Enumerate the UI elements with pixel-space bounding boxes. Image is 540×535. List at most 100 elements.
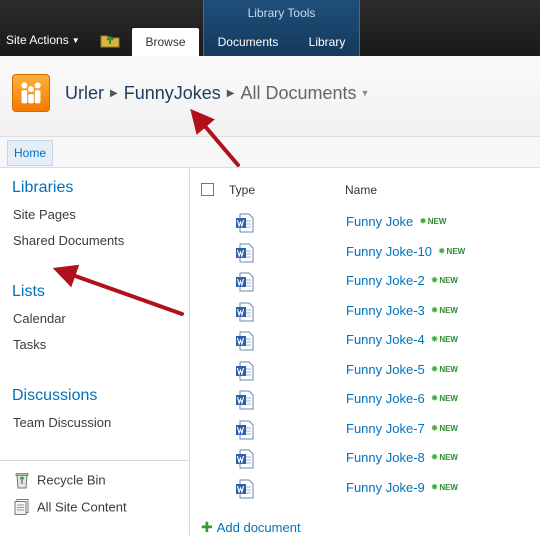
nav-item-team-discussion[interactable]: Team Discussion	[13, 415, 111, 430]
site-content-icon	[14, 499, 29, 515]
site-actions-label: Site Actions	[6, 33, 69, 47]
nav-heading-discussions[interactable]: Discussions	[12, 387, 97, 405]
nav-item-calendar[interactable]: Calendar	[13, 311, 66, 326]
document-name: Funny Joke-6	[346, 391, 425, 406]
document-link[interactable]: Funny Joke-4 ✸NEW	[346, 332, 458, 347]
tab-library[interactable]: Library	[296, 28, 358, 56]
document-name: Funny Joke-2	[346, 273, 425, 288]
select-all-checkbox[interactable]	[201, 183, 214, 196]
column-header-name[interactable]: Name	[345, 183, 377, 197]
document-link[interactable]: Funny Joke-5 ✸NEW	[346, 362, 458, 377]
breadcrumb: Urler ▶ FunnyJokes ▶ All Documents ▼	[65, 83, 369, 104]
document-link[interactable]: Funny Joke-8 ✸NEW	[346, 450, 458, 465]
new-badge: ✸NEW	[419, 216, 446, 227]
word-doc-icon[interactable]	[235, 302, 255, 322]
new-star-icon: ✸	[438, 245, 446, 256]
add-icon: ✚	[201, 519, 213, 535]
new-star-icon: ✸	[430, 334, 439, 344]
library-tools-label: Library Tools	[247, 6, 316, 20]
topnav-home[interactable]: Home	[7, 140, 54, 166]
document-name: Funny Joke-10	[346, 243, 432, 259]
nav-item-shared-documents[interactable]: Shared Documents	[13, 233, 124, 248]
title-area: Urler ▶ FunnyJokes ▶ All Documents ▼	[0, 56, 540, 136]
new-star-icon: ✸	[430, 304, 439, 315]
nav-item-site-pages[interactable]: Site Pages	[13, 207, 76, 222]
breadcrumb-site-link[interactable]: Urler	[65, 83, 104, 103]
new-badge: ✸NEW	[431, 482, 458, 493]
table-row: Funny Joke ✸NEW	[191, 209, 540, 238]
word-doc-icon[interactable]	[235, 479, 255, 499]
word-doc-icon[interactable]	[235, 361, 255, 381]
top-link-bar: Home	[0, 136, 540, 168]
document-link[interactable]: Funny Joke-10 ✸NEW	[346, 244, 465, 259]
new-badge: ✸NEW	[431, 364, 458, 375]
document-link[interactable]: Funny Joke-7 ✸NEW	[346, 421, 458, 436]
navigate-up-icon[interactable]	[100, 32, 120, 48]
nav-heading-libraries[interactable]: Libraries	[12, 179, 73, 197]
new-star-icon: ✸	[430, 363, 439, 374]
document-link[interactable]: Funny Joke-3 ✸NEW	[346, 303, 458, 318]
document-name: Funny Joke-8	[346, 450, 425, 465]
nav-divider	[0, 460, 190, 461]
table-row: Funny Joke-5 ✸NEW	[191, 357, 540, 386]
new-badge: ✸NEW	[431, 452, 458, 463]
all-site-content-link[interactable]: All Site Content	[13, 498, 127, 516]
new-badge: ✸NEW	[438, 246, 465, 257]
table-row: Funny Joke-7 ✸NEW	[191, 416, 540, 445]
add-document-link[interactable]: ✚ Add document	[201, 519, 301, 535]
new-badge-label: NEW	[439, 453, 458, 462]
word-doc-icon[interactable]	[235, 331, 255, 351]
word-doc-icon[interactable]	[235, 420, 255, 440]
breadcrumb-list-link[interactable]: FunnyJokes	[124, 83, 221, 103]
tab-browse[interactable]: Browse	[132, 28, 199, 56]
new-badge-label: NEW	[446, 246, 466, 256]
new-badge-label: NEW	[439, 335, 458, 344]
new-star-icon: ✸	[430, 275, 439, 285]
table-row: Funny Joke-10 ✸NEW	[191, 239, 540, 268]
tab-documents[interactable]: Documents	[206, 28, 290, 56]
table-row: Funny Joke-2 ✸NEW	[191, 268, 540, 297]
quick-launch: Libraries Site Pages Shared Documents Li…	[0, 169, 190, 535]
add-document-label: Add document	[216, 520, 301, 535]
new-star-icon: ✸	[430, 393, 439, 403]
document-name: Funny Joke-9	[346, 479, 425, 495]
breadcrumb-view-menu[interactable]: All Documents	[240, 83, 356, 103]
nav-heading-lists[interactable]: Lists	[12, 283, 45, 301]
document-name: Funny Joke-3	[346, 302, 425, 318]
table-row: Funny Joke-6 ✸NEW	[191, 386, 540, 415]
new-badge-label: NEW	[439, 276, 458, 285]
new-badge-label: NEW	[439, 482, 458, 492]
document-link[interactable]: Funny Joke-6 ✸NEW	[346, 391, 458, 406]
new-badge: ✸NEW	[431, 423, 458, 434]
document-name: Funny Joke-4	[346, 332, 425, 347]
table-row: Funny Joke-8 ✸NEW	[191, 445, 540, 474]
breadcrumb-separator-icon: ▶	[110, 88, 118, 99]
new-badge: ✸NEW	[431, 305, 458, 316]
breadcrumb-separator-icon: ▶	[226, 88, 235, 99]
ribbon-bar: Library Tools Site Actions ▼ Browse Docum…	[0, 0, 540, 56]
site-actions-menu[interactable]: Site Actions ▼	[6, 33, 80, 47]
recycle-bin-link[interactable]: Recycle Bin	[13, 471, 106, 489]
word-doc-icon[interactable]	[235, 272, 255, 292]
new-badge-label: NEW	[439, 423, 458, 433]
word-doc-icon[interactable]	[235, 449, 255, 469]
recycle-bin-icon	[15, 473, 29, 489]
document-name: Funny Joke	[346, 214, 414, 229]
document-link[interactable]: Funny Joke-9 ✸NEW	[346, 480, 458, 495]
table-row: Funny Joke-4 ✸NEW	[191, 327, 540, 356]
document-link[interactable]: Funny Joke ✸NEW	[346, 214, 446, 229]
recycle-bin-label: Recycle Bin	[37, 472, 106, 488]
column-header-type[interactable]: Type	[229, 183, 255, 197]
site-logo-icon[interactable]	[12, 74, 50, 112]
document-link[interactable]: Funny Joke-2 ✸NEW	[346, 273, 458, 288]
new-star-icon: ✸	[430, 481, 439, 492]
word-doc-icon[interactable]	[235, 390, 255, 410]
new-badge: ✸NEW	[431, 334, 458, 345]
word-doc-icon[interactable]	[235, 213, 255, 233]
new-badge-label: NEW	[439, 364, 458, 374]
new-badge-label: NEW	[427, 217, 447, 226]
document-name: Funny Joke-5	[346, 361, 425, 377]
chevron-down-icon[interactable]: ▼	[361, 88, 370, 98]
word-doc-icon[interactable]	[235, 243, 255, 263]
nav-item-tasks[interactable]: Tasks	[13, 337, 46, 352]
